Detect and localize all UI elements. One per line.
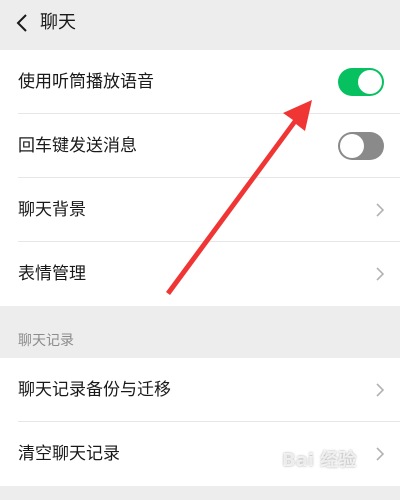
clear-history-label: 清空聊天记录 (18, 444, 120, 464)
enter-send-label: 回车键发送消息 (18, 136, 137, 156)
chat-settings-group: 使用听筒播放语音 回车键发送消息 聊天背景 表情管理 (0, 50, 400, 306)
voice-earpiece-row[interactable]: 使用听筒播放语音 (0, 50, 400, 114)
emoji-manage-label: 表情管理 (18, 264, 86, 284)
voice-earpiece-label: 使用听筒播放语音 (18, 72, 154, 92)
enter-send-row[interactable]: 回车键发送消息 (0, 114, 400, 178)
chevron-left-icon[interactable] (14, 14, 32, 32)
backup-migrate-label: 聊天记录备份与迁移 (18, 380, 171, 400)
chevron-right-icon (376, 267, 385, 281)
emoji-manage-row[interactable]: 表情管理 (0, 242, 400, 306)
watermark-logo: Bai 经验 (282, 450, 357, 471)
toggle-knob (358, 70, 382, 94)
page-title: 聊天 (40, 12, 76, 33)
chevron-right-icon (376, 203, 385, 217)
backup-migrate-row[interactable]: 聊天记录备份与迁移 (0, 358, 400, 422)
chat-background-row[interactable]: 聊天背景 (0, 178, 400, 242)
chat-history-section-label: 聊天记录 (18, 333, 74, 349)
voice-earpiece-toggle[interactable] (338, 68, 384, 96)
toggle-knob (340, 134, 364, 158)
enter-send-toggle[interactable] (338, 132, 384, 160)
chevron-right-icon (376, 383, 385, 397)
chat-background-label: 聊天背景 (18, 200, 86, 220)
top-bar: 聊天 (0, 0, 400, 46)
